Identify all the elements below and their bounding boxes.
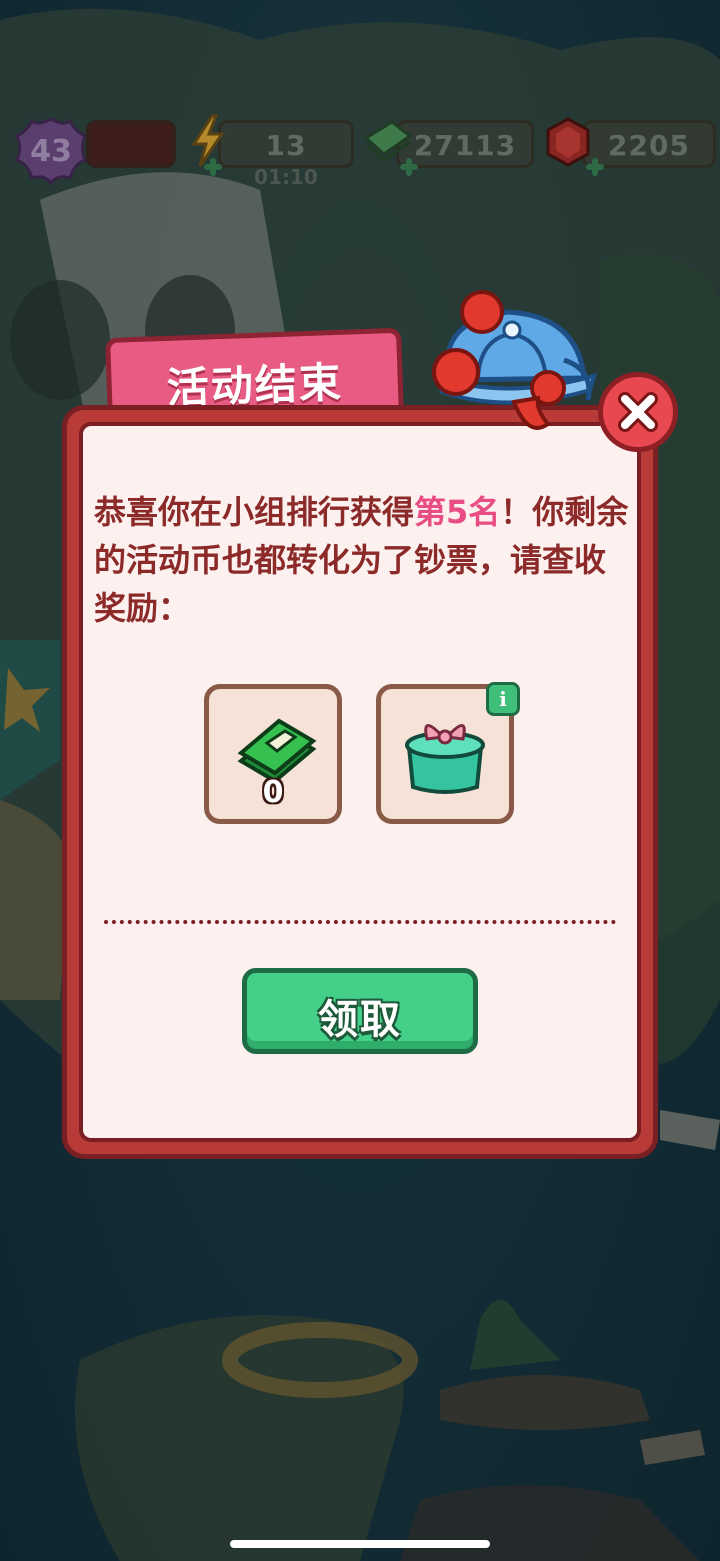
add-cash-icon[interactable] — [398, 156, 420, 178]
add-gems-icon[interactable] — [584, 156, 606, 178]
level-progress-bar — [86, 120, 176, 168]
level-value: 43 — [30, 134, 72, 169]
claim-button[interactable]: 领取 — [242, 968, 478, 1054]
cash-reward-count: 0 — [262, 775, 284, 810]
reward-message: 恭喜你在小组排行获得第5名！你剩余的活动币也都转化为了钞票，请查收奖励： — [94, 488, 634, 632]
jellyfish-mascot-icon — [432, 290, 597, 430]
level-badge[interactable]: 43 — [14, 116, 88, 186]
close-icon — [618, 392, 658, 432]
add-energy-icon[interactable] — [202, 156, 224, 178]
close-button[interactable] — [598, 372, 678, 452]
energy-timer: 01:10 — [254, 165, 318, 189]
claim-button-label: 领取 — [318, 997, 402, 1043]
reward-slot-cash[interactable]: 0 — [204, 684, 342, 824]
gift-info-icon[interactable]: i — [486, 682, 520, 716]
dotted-divider — [104, 920, 616, 924]
rank-highlight: 第5名 — [414, 493, 501, 531]
home-indicator[interactable] — [230, 1540, 490, 1548]
top-hud: 43 13 01:10 27113 2205 — [0, 112, 720, 192]
energy-value: 13 — [265, 129, 307, 162]
message-text-start: 恭喜你在小组排行获得 — [94, 493, 415, 531]
jellyfish-mascot — [418, 290, 604, 440]
energy-counter[interactable]: 13 01:10 — [218, 120, 354, 189]
